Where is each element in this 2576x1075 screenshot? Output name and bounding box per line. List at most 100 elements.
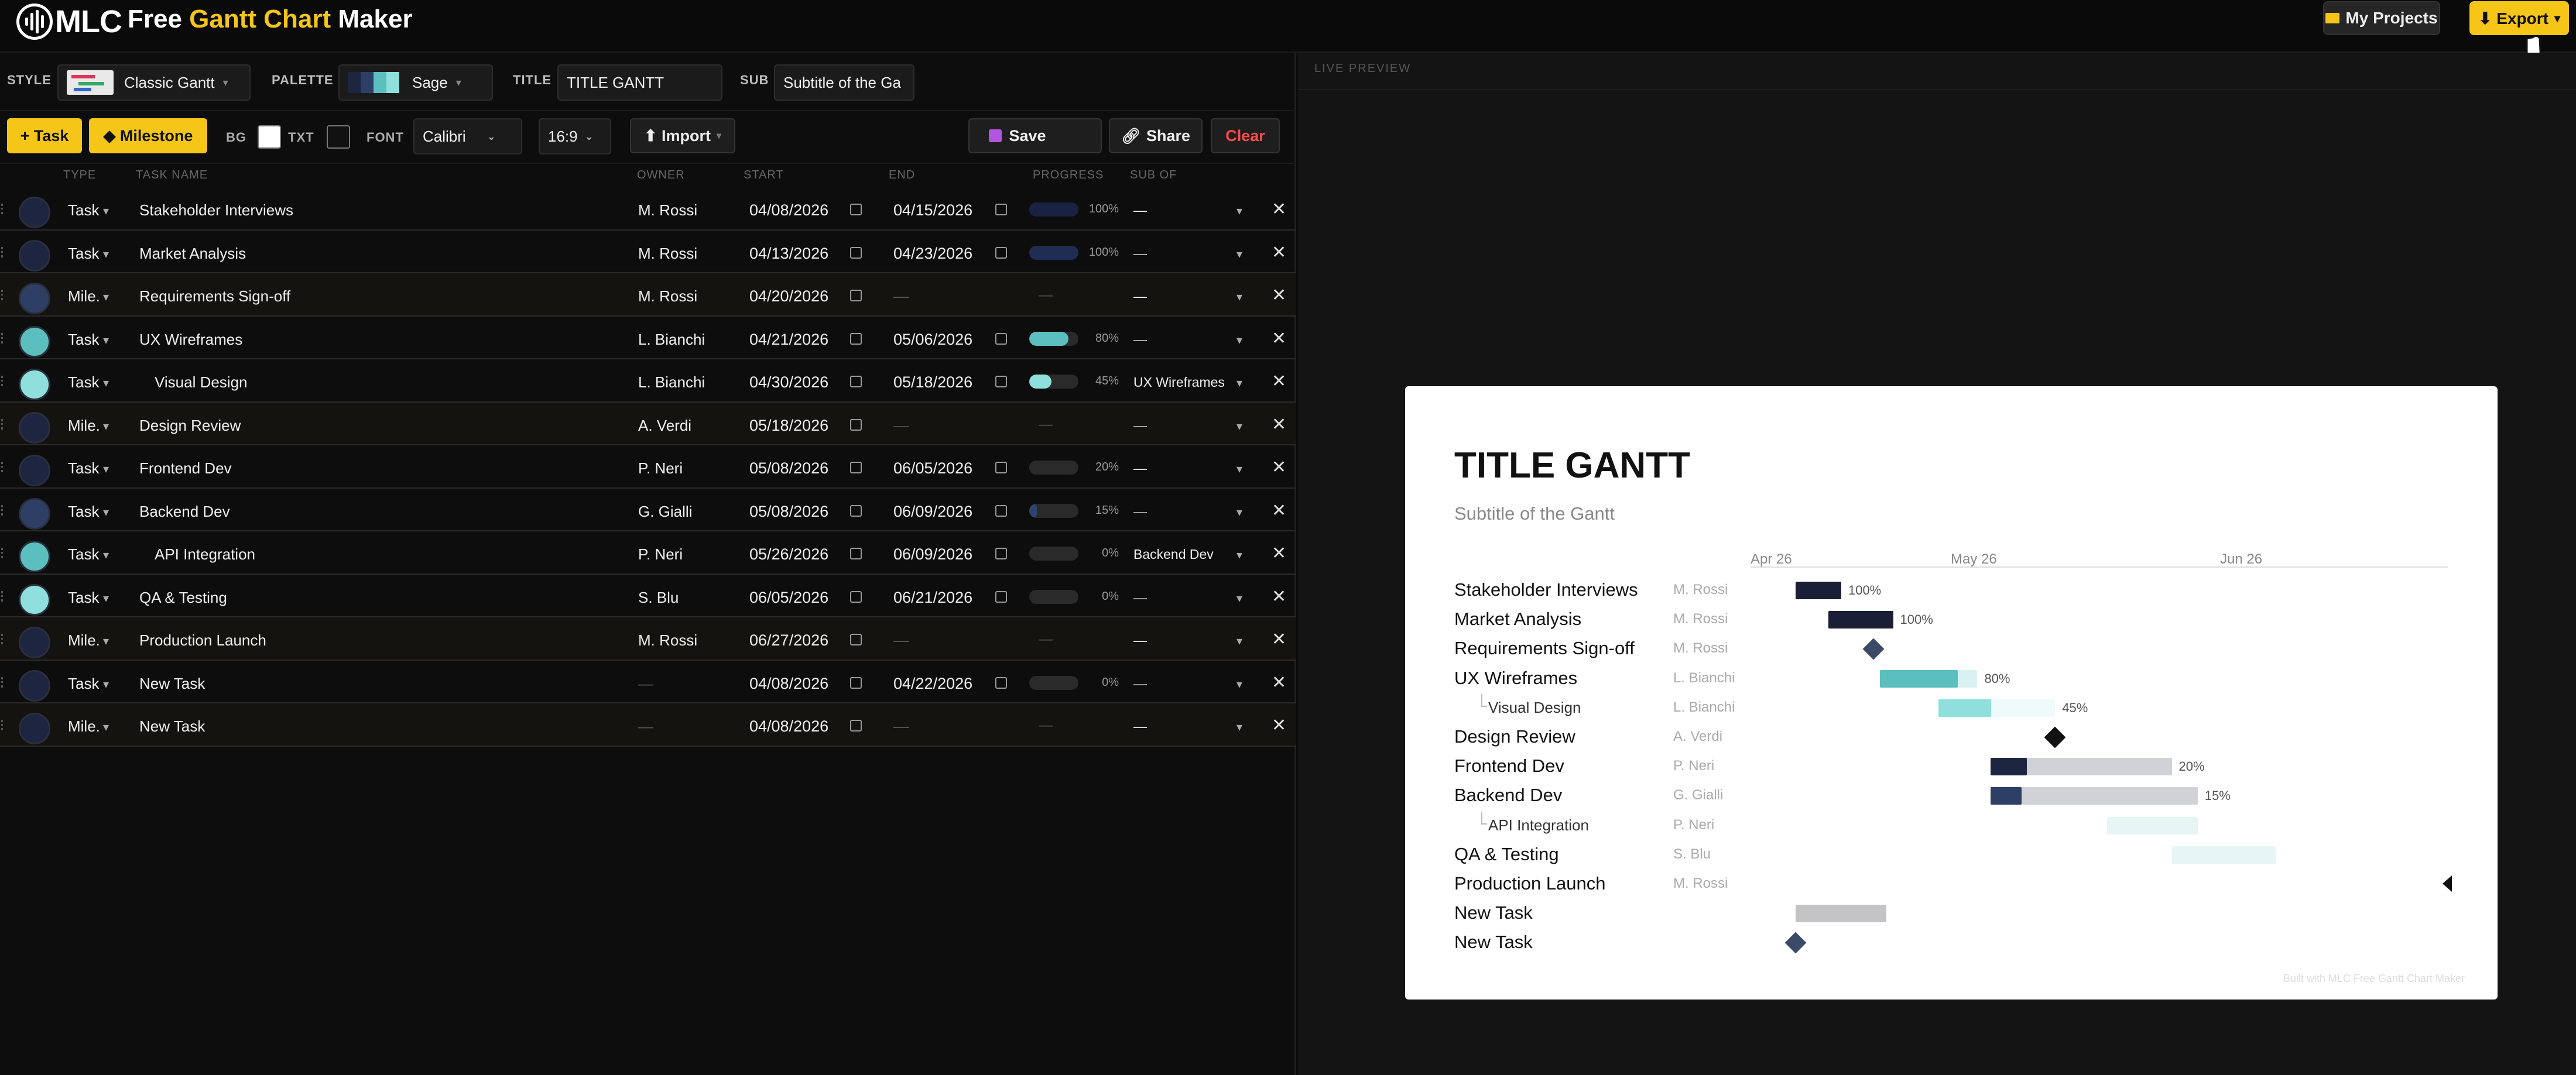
chevron-down-icon[interactable]: ▾ <box>103 677 109 692</box>
delete-row-icon[interactable]: ✕ <box>1272 586 1286 607</box>
task-color-picker[interactable] <box>19 239 50 272</box>
chevron-down-icon[interactable]: ▾ <box>103 247 109 262</box>
task-start-date[interactable]: 04/20/2026 <box>749 287 828 305</box>
drag-handle-icon[interactable] <box>1 290 6 300</box>
task-type-value[interactable]: Task <box>68 373 99 391</box>
delete-row-icon[interactable]: ✕ <box>1272 414 1286 435</box>
delete-row-icon[interactable]: ✕ <box>1272 242 1286 263</box>
task-row[interactable]: Task ▾ UX Wireframes L. Bianchi 04/21/2026 05… <box>0 317 1296 359</box>
task-name-input[interactable]: New Task <box>139 675 205 693</box>
delete-row-icon[interactable]: ✕ <box>1272 457 1286 478</box>
chevron-down-icon[interactable]: ▾ <box>103 376 109 390</box>
task-name-input[interactable]: API Integration <box>155 545 255 564</box>
save-button[interactable]: Save <box>968 118 1102 153</box>
calendar-icon[interactable] <box>850 590 862 603</box>
chevron-down-icon[interactable]: ▾ <box>1236 333 1242 348</box>
task-color-picker[interactable] <box>19 713 50 744</box>
task-type-value[interactable]: Mile. <box>68 631 100 650</box>
chevron-down-icon[interactable]: ▾ <box>1236 419 1242 434</box>
chevron-down-icon[interactable]: ▾ <box>1236 247 1242 262</box>
task-start-date[interactable]: 05/08/2026 <box>749 459 828 478</box>
task-owner-input[interactable]: A. Verdi <box>638 417 691 435</box>
task-type-value[interactable]: Task <box>68 331 99 349</box>
task-type-value[interactable]: Task <box>68 201 99 219</box>
import-button[interactable]: ⬆ Import ▾ <box>630 118 735 153</box>
logo[interactable]: MLC <box>16 4 122 40</box>
chevron-down-icon[interactable]: ▾ <box>103 505 109 520</box>
task-name-input[interactable]: Frontend Dev <box>139 459 232 478</box>
task-end-date[interactable]: 04/22/2026 <box>893 675 972 693</box>
progress-slider[interactable] <box>1029 202 1078 217</box>
task-end-date[interactable]: 04/15/2026 <box>893 201 972 219</box>
chevron-down-icon[interactable]: ▾ <box>103 548 109 562</box>
txt-color-swatch[interactable] <box>327 125 350 149</box>
chevron-down-icon[interactable]: ▾ <box>1236 677 1242 692</box>
chevron-down-icon[interactable]: ▾ <box>103 591 109 606</box>
progress-slider[interactable] <box>1029 245 1078 260</box>
task-start-date[interactable]: 04/13/2026 <box>749 245 828 263</box>
chevron-down-icon[interactable]: ▾ <box>103 720 109 734</box>
task-type-value[interactable]: Mile. <box>68 287 100 305</box>
chevron-down-icon[interactable]: ▾ <box>1236 505 1242 520</box>
task-owner-input[interactable]: — <box>638 675 653 693</box>
export-button[interactable]: ⬇ Export ▾ <box>2469 1 2569 35</box>
task-color-picker[interactable] <box>19 455 50 486</box>
style-select[interactable]: Classic Gantt ▾ <box>57 64 251 101</box>
font-select[interactable]: Calibri ⌄ <box>413 118 522 154</box>
task-start-date[interactable]: 04/08/2026 <box>749 201 828 219</box>
chevron-down-icon[interactable]: ▾ <box>1236 376 1242 390</box>
task-type-value[interactable]: Task <box>68 245 99 263</box>
task-end-date[interactable]: 06/21/2026 <box>893 589 972 607</box>
task-type-value[interactable]: Task <box>68 545 99 564</box>
task-row[interactable]: Task ▾ New Task — 04/08/2026 04/22/2026 0% — ▾ ✕ <box>0 661 1296 703</box>
calendar-icon[interactable] <box>850 418 862 431</box>
task-type-value[interactable]: Task <box>68 459 99 478</box>
chevron-down-icon[interactable]: ▾ <box>103 419 109 434</box>
task-end-date[interactable]: 05/06/2026 <box>893 331 972 349</box>
task-end-date[interactable]: — <box>893 717 909 736</box>
calendar-icon[interactable] <box>995 462 1007 473</box>
task-type-value[interactable]: Mile. <box>68 417 100 435</box>
task-owner-input[interactable]: S. Blu <box>638 589 679 607</box>
drag-handle-icon[interactable] <box>1 204 6 214</box>
drag-handle-icon[interactable] <box>1 590 6 602</box>
task-row[interactable]: Mile. ▾ Design Review A. Verdi 05/18/2026— — —… <box>0 402 1296 445</box>
drag-handle-icon[interactable] <box>1 676 6 688</box>
task-name-input[interactable]: QA & Testing <box>139 589 227 607</box>
task-color-picker[interactable] <box>19 583 50 616</box>
drag-handle-icon[interactable] <box>1 548 6 558</box>
task-name-input[interactable]: Backend Dev <box>139 503 230 521</box>
task-sub-of-select[interactable]: UX Wireframes <box>1133 375 1225 390</box>
delete-row-icon[interactable]: ✕ <box>1272 629 1286 650</box>
chevron-down-icon[interactable]: ▾ <box>1236 720 1242 734</box>
task-end-date[interactable]: 05/18/2026 <box>893 373 972 391</box>
progress-slider[interactable] <box>1029 503 1078 518</box>
task-color-picker[interactable] <box>19 369 50 400</box>
calendar-icon[interactable] <box>995 676 1007 689</box>
calendar-icon[interactable] <box>850 676 862 689</box>
chevron-down-icon[interactable]: ▾ <box>1236 591 1242 606</box>
delete-row-icon[interactable]: ✕ <box>1272 371 1286 391</box>
task-end-date[interactable]: 06/05/2026 <box>893 459 972 478</box>
task-start-date[interactable]: 04/08/2026 <box>749 717 828 736</box>
task-sub-of-select[interactable]: — <box>1133 676 1147 692</box>
drag-handle-icon[interactable] <box>1 720 6 730</box>
task-owner-input[interactable]: P. Neri <box>638 459 683 478</box>
calendar-icon[interactable] <box>850 548 862 559</box>
task-name-input[interactable]: UX Wireframes <box>139 331 242 349</box>
task-type-value[interactable]: Task <box>68 503 99 521</box>
task-sub-of-select[interactable]: — <box>1133 590 1147 606</box>
chevron-down-icon[interactable]: ▾ <box>1236 548 1242 562</box>
drag-handle-icon[interactable] <box>1 246 6 257</box>
task-sub-of-select[interactable]: — <box>1133 633 1147 648</box>
task-row[interactable]: Task ▾ Market Analysis M. Rossi 04/13/2026 04… <box>0 231 1296 273</box>
drag-handle-icon[interactable] <box>1 418 6 430</box>
progress-slider[interactable] <box>1029 331 1078 346</box>
task-row[interactable]: Task ▾ QA & Testing S. Blu 06/05/2026 06/21/2… <box>0 575 1296 617</box>
chevron-down-icon[interactable]: ▾ <box>103 204 109 218</box>
task-name-input[interactable]: New Task <box>139 717 205 736</box>
task-owner-input[interactable]: L. Bianchi <box>638 331 705 349</box>
task-owner-input[interactable]: M. Rossi <box>638 287 697 305</box>
chevron-down-icon[interactable]: ▾ <box>103 634 109 648</box>
drag-handle-icon[interactable] <box>1 376 6 386</box>
